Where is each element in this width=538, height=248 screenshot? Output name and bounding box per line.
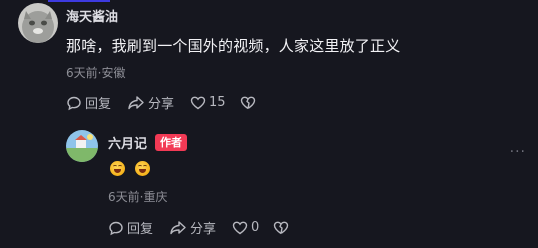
share-arrow-icon [170, 220, 186, 234]
broken-heart-icon [274, 221, 289, 234]
reply-share-button[interactable]: 分享 [169, 218, 216, 237]
reply-label: 回复 [127, 222, 154, 237]
like-button[interactable]: 15 [190, 95, 226, 111]
reply-like-button[interactable]: 0 [232, 220, 259, 236]
like-count: 15 [209, 95, 226, 110]
comment-actions: 回复 分享 15 [66, 93, 256, 112]
laughing-crying-emoji-icon [110, 161, 125, 176]
author-badge: 作者 [155, 134, 188, 151]
cat-avatar-icon [18, 3, 58, 43]
reply-reply-button[interactable]: 回复 [108, 218, 153, 237]
reply-icon [67, 96, 81, 110]
reply-header: 六月记 作者 [108, 133, 188, 152]
heart-icon [232, 221, 248, 234]
share-label: 分享 [190, 222, 217, 237]
reply-meta: 6天前·重庆 [108, 190, 168, 204]
reply-button[interactable]: 回复 [66, 93, 111, 112]
reply-icon [109, 221, 123, 235]
dislike-button[interactable] [240, 95, 256, 111]
reply-actions: 回复 分享 0 [108, 218, 289, 237]
share-label: 分享 [148, 97, 175, 112]
avatar[interactable] [18, 3, 58, 43]
reply-avatar[interactable] [66, 130, 98, 162]
heart-icon [190, 96, 206, 109]
reply-username[interactable]: 六月记 [108, 133, 147, 152]
reply-text [110, 161, 160, 176]
share-arrow-icon [128, 95, 144, 109]
reply-label: 回复 [85, 97, 112, 112]
reply-dislike-button[interactable] [273, 220, 289, 236]
top-accent-bar [48, 0, 110, 2]
comment-text: 那啥，我刷到一个国外的视频，人家这里放了正义 [66, 37, 401, 55]
share-button[interactable]: 分享 [127, 93, 174, 112]
laughing-crying-emoji-icon [135, 161, 150, 176]
landscape-avatar-icon [66, 130, 98, 162]
broken-heart-icon [240, 96, 255, 109]
more-options-button[interactable]: ··· [510, 144, 526, 160]
comment-username[interactable]: 海天酱油 [66, 6, 118, 25]
like-count: 0 [251, 220, 260, 235]
comment-meta: 6天前·安徽 [66, 66, 126, 80]
